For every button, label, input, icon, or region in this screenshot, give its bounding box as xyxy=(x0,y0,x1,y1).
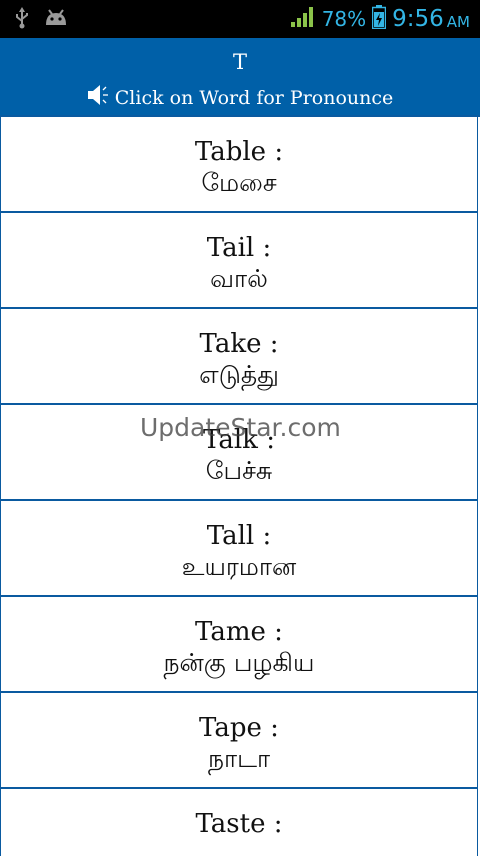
english-word: Take : xyxy=(199,329,279,359)
english-word: Taste : xyxy=(195,809,283,839)
english-word: Table : xyxy=(194,137,284,167)
english-word: Tall : xyxy=(206,521,272,551)
word-item-tape[interactable]: Tape : நாடா xyxy=(0,693,478,789)
word-item-tail[interactable]: Tail : வால் xyxy=(0,213,478,309)
tamil-translation: எடுத்து xyxy=(199,360,279,389)
english-word: Tail : xyxy=(206,233,272,263)
clock-time: 9:56 xyxy=(392,6,444,32)
tamil-translation: பேச்சு xyxy=(205,456,273,485)
english-word: Tape : xyxy=(199,713,279,743)
word-item-tall[interactable]: Tall : உயரமான xyxy=(0,501,478,597)
pronounce-hint: Click on Word for Pronounce xyxy=(0,83,480,112)
word-item-taste[interactable]: Taste : xyxy=(0,789,478,856)
tamil-translation: உயரமான xyxy=(181,552,297,581)
tamil-translation: நன்கு பழகிய xyxy=(163,648,315,677)
pronounce-hint-text: Click on Word for Pronounce xyxy=(114,86,394,109)
word-item-tame[interactable]: Tame : நன்கு பழகிய xyxy=(0,597,478,693)
clock-ampm: AM xyxy=(446,12,470,31)
signal-icon xyxy=(290,6,316,32)
word-item-table[interactable]: Table : மேசை xyxy=(0,117,478,213)
battery-percent: 78% xyxy=(321,7,367,31)
tamil-translation: வால் xyxy=(210,264,268,293)
app-header: T Click on Word for Pronounce xyxy=(0,38,480,115)
english-word: Tame : xyxy=(195,617,283,647)
page-title: T xyxy=(232,50,247,74)
battery-icon xyxy=(371,5,387,33)
tamil-translation: மேசை xyxy=(201,168,277,197)
android-icon xyxy=(44,9,68,31)
speaker-icon xyxy=(87,83,113,112)
usb-icon xyxy=(14,7,30,33)
word-list: Table : மேசை Tail : வால் Take : எடுத்து … xyxy=(0,115,480,856)
word-item-take[interactable]: Take : எடுத்து xyxy=(0,309,478,405)
status-bar: 78% 9:56 AM xyxy=(0,0,480,38)
watermark: UpdateStar.com xyxy=(140,413,341,442)
tamil-translation: நாடா xyxy=(207,744,271,773)
